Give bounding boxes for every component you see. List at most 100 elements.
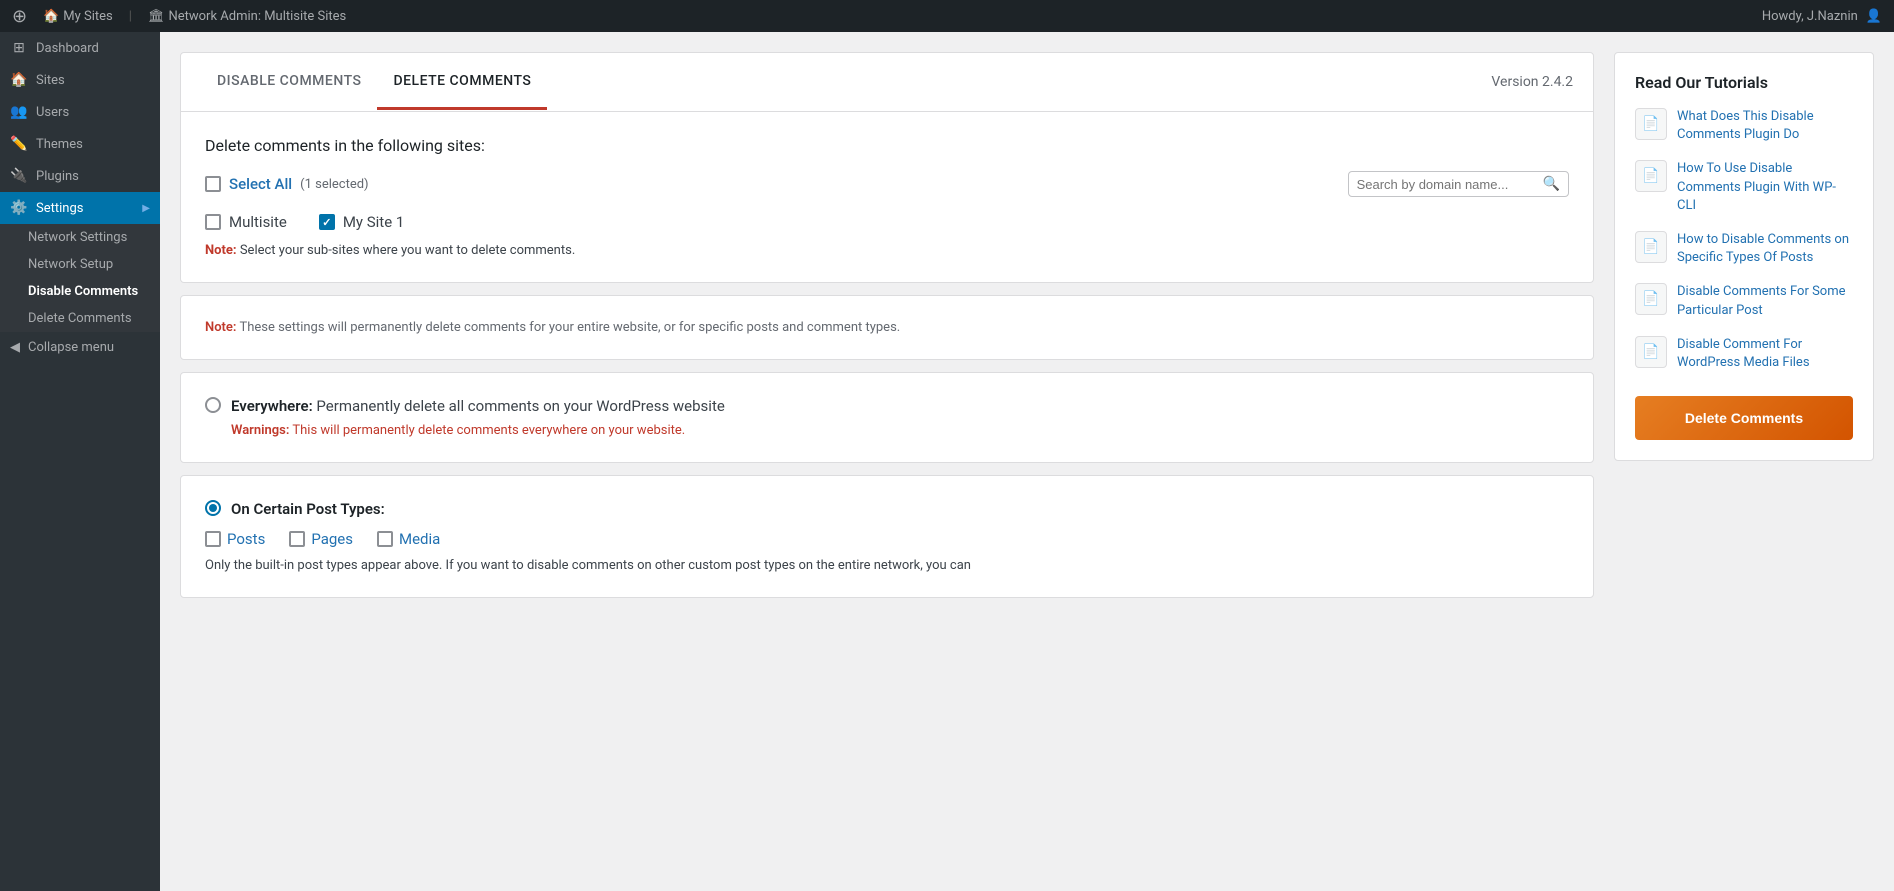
everywhere-warning: Warnings: This will permanently delete c… (231, 423, 1569, 438)
tutorial-item-3[interactable]: 📄 Disable Comments For Some Particular P… (1635, 283, 1853, 319)
pages-label: Pages (311, 530, 353, 548)
dashboard-icon: ⊞ (10, 40, 28, 56)
select-all-count: (1 selected) (300, 177, 368, 192)
sidebar-item-network-setup[interactable]: Network Setup (0, 251, 160, 278)
network-admin-icon: 🏛 (148, 9, 165, 24)
top-bar-right: Howdy, J.Naznin 👤 (1762, 9, 1882, 24)
content-area: DISABLE COMMENTS DELETE COMMENTS Version… (180, 52, 1594, 871)
sidebar-item-delete-comments[interactable]: Delete Comments (0, 305, 160, 332)
everywhere-option-row: Everywhere: Permanently delete all comme… (205, 397, 1569, 415)
sidebar-submenu-label: Network Setup (28, 257, 150, 272)
tab-bar: DISABLE COMMENTS DELETE COMMENTS Version… (180, 52, 1594, 112)
post-types-row: Posts Pages Media (205, 530, 1569, 548)
collapse-icon: ◀ (10, 340, 20, 355)
sidebar-item-settings[interactable]: ⚙️ Settings ▶ (0, 192, 160, 224)
post-types-option-row: On Certain Post Types: (205, 500, 1569, 518)
sidebar-item-label: Settings (36, 201, 134, 216)
warning-note-label: Note: (205, 320, 236, 335)
tutorial-icon-4: 📄 (1635, 336, 1667, 368)
tutorial-icon-3: 📄 (1635, 283, 1667, 315)
tutorial-icon-1: 📄 (1635, 160, 1667, 192)
avatar[interactable]: 👤 (1866, 9, 1882, 24)
warning-note-card: Note: These settings will permanently de… (180, 295, 1594, 360)
tutorial-text-3: Disable Comments For Some Particular Pos… (1677, 283, 1853, 319)
posts-checkbox[interactable] (205, 531, 221, 547)
sites-controls: Select All (1 selected) 🔍 (205, 171, 1569, 197)
post-type-media: Media (377, 530, 440, 548)
howdy-label: Howdy, J.Naznin (1762, 9, 1858, 24)
my-site-1-label: My Site 1 (343, 213, 404, 231)
settings-icon: ⚙️ (10, 200, 28, 216)
pages-checkbox[interactable] (289, 531, 305, 547)
note-label: Note: (205, 243, 237, 258)
sidebar-item-users[interactable]: 👥 Users (0, 96, 160, 128)
select-all-checkbox[interactable] (205, 176, 221, 192)
post-type-pages: Pages (289, 530, 353, 548)
search-icon: 🔍 (1543, 176, 1560, 192)
posts-label: Posts (227, 530, 265, 548)
tutorial-text-0: What Does This Disable Comments Plugin D… (1677, 108, 1853, 144)
sidebar-item-dashboard[interactable]: ⊞ Dashboard (0, 32, 160, 64)
sidebar-item-label: Plugins (36, 169, 150, 184)
multisite-checkbox[interactable] (205, 214, 221, 230)
themes-icon: ✏️ (10, 136, 28, 152)
sidebar-item-label: Users (36, 105, 150, 120)
sidebar-submenu-label: Network Settings (28, 230, 150, 245)
everywhere-radio[interactable] (205, 397, 221, 413)
site-item-my-site-1: My Site 1 (319, 213, 404, 231)
sidebar-item-plugins[interactable]: 🔌 Plugins (0, 160, 160, 192)
tutorial-item-0[interactable]: 📄 What Does This Disable Comments Plugin… (1635, 108, 1853, 144)
sidebar-item-label: Sites (36, 73, 150, 88)
post-types-radio[interactable] (205, 500, 221, 516)
main-content: DISABLE COMMENTS DELETE COMMENTS Version… (160, 32, 1894, 891)
network-admin-link[interactable]: 🏛 Network Admin: Multisite Sites (148, 9, 346, 24)
sidebar-item-network-settings[interactable]: Network Settings (0, 224, 160, 251)
users-icon: 👥 (10, 104, 28, 120)
tab-disable-comments[interactable]: DISABLE COMMENTS (201, 55, 377, 110)
layout: ⊞ Dashboard 🏠 Sites 👥 Users ✏️ Themes 🔌 … (0, 32, 1894, 891)
submit-button[interactable]: Delete Comments (1635, 396, 1853, 440)
sites-row: Multisite My Site 1 (205, 213, 1569, 231)
tutorials-title: Read Our Tutorials (1635, 73, 1853, 92)
sidebar-item-themes[interactable]: ✏️ Themes (0, 128, 160, 160)
collapse-menu-button[interactable]: ◀ Collapse menu (0, 332, 160, 363)
wp-logo-icon[interactable]: ⊕ (12, 6, 27, 27)
note-text: Select your sub-sites where you want to … (240, 243, 575, 258)
tutorial-text-1: How To Use Disable Comments Plugin With … (1677, 160, 1853, 215)
sidebar-submenu-label: Disable Comments (28, 284, 150, 299)
search-input[interactable] (1357, 177, 1537, 192)
everywhere-card: Everywhere: Permanently delete all comme… (180, 372, 1594, 463)
tutorial-item-1[interactable]: 📄 How To Use Disable Comments Plugin Wit… (1635, 160, 1853, 215)
sidebar-submenu: Network Settings Network Setup Disable C… (0, 224, 160, 332)
tutorial-item-4[interactable]: 📄 Disable Comment For WordPress Media Fi… (1635, 336, 1853, 372)
tutorial-item-2[interactable]: 📄 How to Disable Comments on Specific Ty… (1635, 231, 1853, 267)
tutorial-text-4: Disable Comment For WordPress Media File… (1677, 336, 1853, 372)
sites-section-card: Delete comments in the following sites: … (180, 112, 1594, 283)
multisite-label: Multisite (229, 213, 287, 231)
top-bar-left: ⊕ 🏠 My Sites | 🏛 Network Admin: Multisit… (12, 6, 346, 27)
domain-search-box[interactable]: 🔍 (1348, 171, 1569, 197)
post-type-posts: Posts (205, 530, 265, 548)
sites-note: Note: Select your sub-sites where you wa… (205, 243, 1569, 258)
tutorial-icon-0: 📄 (1635, 108, 1667, 140)
tab-delete-comments[interactable]: DELETE COMMENTS (377, 55, 547, 110)
sidebar-item-disable-comments[interactable]: Disable Comments (0, 278, 160, 305)
my-site-1-checkbox[interactable] (319, 214, 335, 230)
my-sites-link[interactable]: 🏠 My Sites (43, 9, 113, 24)
chevron-right-icon: ▶ (142, 203, 150, 214)
my-sites-label: My Sites (63, 9, 112, 24)
sidebar-item-sites[interactable]: 🏠 Sites (0, 64, 160, 96)
tutorial-text-2: How to Disable Comments on Specific Type… (1677, 231, 1853, 267)
plugins-icon: 🔌 (10, 168, 28, 184)
tutorial-icon-2: 📄 (1635, 231, 1667, 263)
warning-note: Note: These settings will permanently de… (205, 320, 1569, 335)
post-types-label: On Certain Post Types: (231, 500, 385, 518)
media-checkbox[interactable] (377, 531, 393, 547)
post-types-note: Only the built-in post types appear abov… (205, 558, 1569, 573)
top-bar: ⊕ 🏠 My Sites | 🏛 Network Admin: Multisit… (0, 0, 1894, 32)
sites-section-title: Delete comments in the following sites: (205, 136, 1569, 155)
version-label: Version 2.4.2 (1491, 74, 1573, 90)
separator: | (129, 9, 132, 24)
home-icon: 🏠 (43, 9, 59, 24)
select-all-label[interactable]: Select All (229, 175, 292, 193)
